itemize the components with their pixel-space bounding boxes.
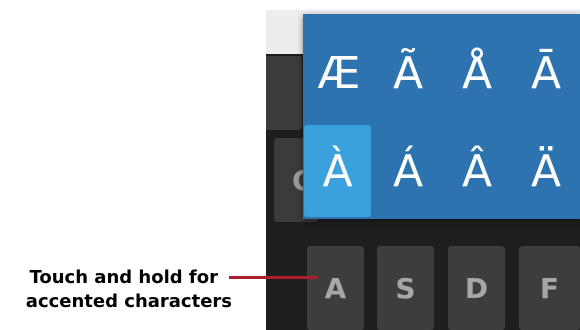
accent-key-label: Ā (530, 47, 562, 99)
hidden-key-top-row[interactable] (266, 56, 302, 130)
accent-key-label: À (322, 145, 353, 197)
callout-line-1: Touch and hold for (29, 267, 218, 288)
accent-key-a-grave[interactable]: À (304, 125, 371, 217)
accent-key-label: Â (461, 145, 493, 197)
accent-key-a-circumflex[interactable]: Â (445, 125, 509, 217)
key-label: S (395, 271, 416, 305)
accent-key-a-ring[interactable]: Å (445, 27, 509, 119)
callout-line-2: accented characters (25, 291, 232, 312)
accent-key-a-tilde[interactable]: Ã (376, 27, 440, 119)
key-d[interactable]: D (448, 246, 505, 330)
accent-popup: Æ Ã Å Ā À Á Â Ä (303, 14, 580, 219)
accent-key-label: Ä (530, 145, 562, 197)
key-label: F (539, 271, 560, 305)
accent-key-a-macron[interactable]: Ā (514, 27, 578, 119)
callout-text: Touch and hold for accented characters (0, 266, 262, 314)
figure: C Æ Ã Å Ā À Á Â Ä A S (0, 0, 580, 330)
accent-key-ae[interactable]: Æ (307, 27, 371, 119)
key-label: D (464, 271, 489, 305)
accent-key-label: Å (461, 47, 493, 99)
key-a[interactable]: A (307, 246, 364, 330)
key-label: A (324, 271, 347, 305)
key-s[interactable]: S (377, 246, 434, 330)
key-f[interactable]: F (519, 246, 580, 330)
accent-key-label: Á (392, 145, 424, 197)
accent-key-label: Æ (317, 47, 361, 99)
accent-key-a-acute[interactable]: Á (376, 125, 440, 217)
accent-key-a-diaeresis[interactable]: Ä (514, 125, 578, 217)
accent-key-label: Ã (392, 47, 424, 99)
